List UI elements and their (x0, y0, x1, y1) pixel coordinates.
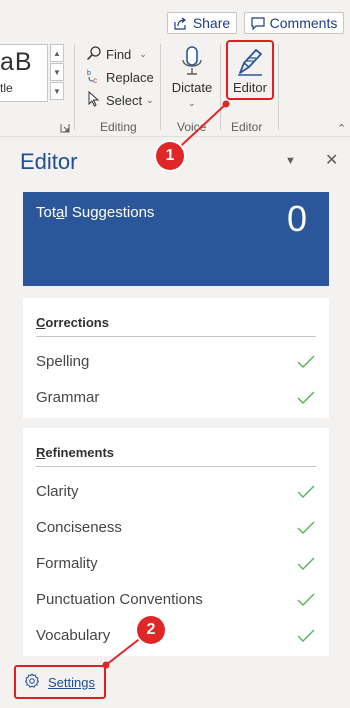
comments-button[interactable]: Comments (244, 12, 344, 34)
dictate-button[interactable]: Dictate ⌄ (168, 44, 216, 110)
item-label: Conciseness (36, 519, 122, 536)
find-label: Find (106, 46, 132, 62)
gallery-down-arrow-icon[interactable]: ▼ (50, 63, 64, 81)
gear-icon (24, 672, 40, 692)
replace-button[interactable]: b c Replace (86, 67, 154, 87)
microphone-icon (180, 46, 204, 83)
item-label: Clarity (36, 483, 79, 500)
summary-label-part: l Suggestions (64, 204, 155, 221)
voice-group-label: Voice (177, 120, 207, 134)
item-label: Vocabulary (36, 627, 111, 644)
refinements-item-formality[interactable]: Formality (23, 546, 329, 582)
item-label: Grammar (36, 389, 100, 406)
editor-pen-icon (236, 47, 264, 82)
callout-badge-1: 1 (156, 142, 184, 170)
checkmark-icon (297, 593, 315, 612)
corrections-heading-rest: orrections (45, 315, 109, 330)
comments-label: Comments (269, 15, 338, 31)
styles-gallery-scroll: ▲ ▼ ▼ (50, 44, 64, 102)
refinements-item-clarity[interactable]: Clarity (23, 474, 329, 510)
select-label: Select (106, 92, 143, 108)
group-separator (278, 44, 279, 130)
share-label: Share (192, 15, 231, 31)
refinements-item-punctuation-conventions[interactable]: Punctuation Conventions (23, 582, 329, 618)
item-label: Punctuation Conventions (36, 591, 203, 608)
styles-dialog-launcher-icon[interactable] (60, 120, 70, 133)
share-icon (174, 17, 188, 30)
editor-button[interactable]: Editor (226, 40, 274, 100)
corrections-card: Corrections Spelling Grammar (23, 298, 329, 418)
chevron-down-icon: ⌄ (139, 48, 147, 59)
svg-text:c: c (93, 76, 97, 84)
group-separator (74, 44, 75, 130)
editor-group-label: Editor (231, 120, 263, 134)
checkmark-icon (297, 557, 315, 576)
refinements-heading-rest: efinements (45, 445, 115, 460)
editor-label: Editor (233, 80, 267, 95)
find-button[interactable]: Find ⌄ (86, 44, 147, 64)
total-suggestions-count: 0 (286, 198, 307, 239)
search-icon (86, 45, 102, 64)
style-name: tle (0, 81, 13, 95)
corrections-item-spelling[interactable]: Spelling (23, 344, 329, 380)
replace-label: Replace (106, 69, 154, 85)
select-button[interactable]: Select ⌄ (86, 90, 154, 110)
settings-label: Settings (48, 674, 95, 690)
dictate-label: Dictate (171, 80, 213, 95)
divider (36, 466, 316, 467)
refinements-item-conciseness[interactable]: Conciseness (23, 510, 329, 546)
gallery-more-icon[interactable]: ▼ (50, 82, 64, 100)
summary-label-part: Tot (36, 204, 57, 221)
item-label: Spelling (36, 353, 90, 370)
pane-options-dropdown-icon[interactable]: ▼ (285, 155, 296, 167)
group-separator (160, 44, 161, 130)
pane-title: Editor (20, 149, 78, 174)
group-separator (220, 44, 221, 130)
item-label: Formality (36, 555, 98, 572)
divider (36, 336, 316, 337)
total-suggestions-card[interactable]: Total Suggestions 0 (23, 192, 329, 286)
refinements-heading-accesskey: R (36, 445, 46, 460)
checkmark-icon (297, 485, 315, 504)
replace-icon: b c (86, 68, 102, 87)
callout-badge-2: 2 (137, 616, 165, 644)
ribbon: Share Comments aB tle ▲ ▼ ▼ Find ⌄ b c R… (0, 0, 350, 137)
cursor-arrow-icon (86, 90, 102, 110)
share-button[interactable]: Share (167, 12, 237, 34)
checkmark-icon (297, 521, 315, 540)
gallery-up-arrow-icon[interactable]: ▲ (50, 44, 64, 62)
style-preview: aB (0, 48, 33, 76)
styles-gallery[interactable]: aB tle (0, 44, 48, 102)
refinements-card: Refinements Clarity Conciseness Formalit… (23, 428, 329, 656)
checkmark-icon (297, 629, 315, 648)
comment-icon (251, 16, 265, 30)
svg-text:b: b (87, 70, 91, 77)
close-icon[interactable]: ✕ (325, 150, 338, 170)
collapse-ribbon-icon[interactable]: ⌃ (337, 122, 346, 135)
corrections-heading: Corrections (36, 315, 109, 330)
checkmark-icon (297, 355, 315, 374)
settings-button[interactable]: Settings (14, 665, 106, 699)
chevron-down-icon: ⌄ (188, 98, 196, 108)
refinements-heading: Refinements (36, 445, 114, 460)
refinements-item-vocabulary[interactable]: Vocabulary (23, 618, 329, 654)
chevron-down-icon: ⌄ (146, 94, 154, 105)
editing-group-label: Editing (100, 120, 137, 134)
checkmark-icon (297, 391, 315, 410)
total-suggestions-label: Total Suggestions (36, 204, 154, 221)
corrections-heading-accesskey: C (36, 315, 46, 330)
corrections-item-grammar[interactable]: Grammar (23, 380, 329, 416)
